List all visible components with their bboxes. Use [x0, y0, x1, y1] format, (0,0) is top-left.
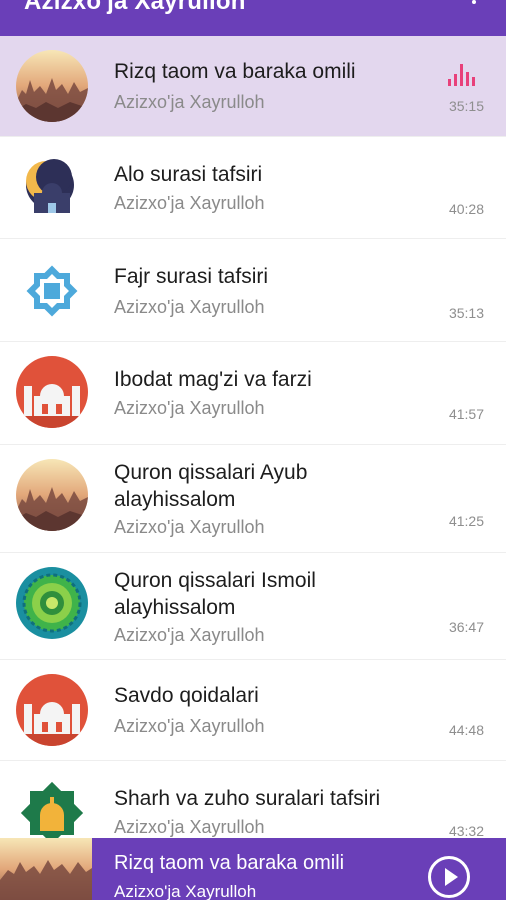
track-row[interactable]: Quron qissalari Ayub alayhissalom Azizxo… — [0, 445, 506, 553]
track-author: Azizxo'ja Xayrulloh — [114, 92, 265, 112]
track-author: Azizxo'ja Xayrulloh — [114, 625, 265, 645]
track-title: Fajr surasi tafsiri — [114, 265, 269, 288]
mosque-moon-thumb — [16, 151, 88, 223]
track-author: Azizxo'ja Xayrulloh — [114, 297, 265, 317]
green-pattern-thumb — [16, 567, 88, 639]
track-duration: 41:25 — [448, 513, 484, 529]
track-duration: 35:13 — [448, 305, 484, 321]
track-duration: 36:47 — [448, 619, 484, 635]
track-title: Savdo qoidalari — [114, 684, 259, 707]
track-row[interactable]: Rizq taom va baraka omili Azizxo'ja Xayr… — [0, 36, 506, 137]
track-title: Quron qissalari Ismoil alayhissalom — [114, 569, 316, 619]
red-mosque-thumb — [16, 356, 88, 428]
star-ornament-thumb — [16, 255, 88, 327]
more-vert-icon[interactable] — [468, 0, 480, 10]
track-title: Quron qissalari Ayub alayhissalom — [114, 461, 308, 511]
player-author: Azizxo'ja Xayrulloh — [114, 882, 257, 900]
track-duration: 40:28 — [448, 201, 484, 217]
track-author: Azizxo'ja Xayrulloh — [114, 398, 265, 418]
track-title: Sharh va zuho suralari tafsiri — [114, 787, 381, 810]
app-bar: Azizxo'ja Xayrulloh — [0, 0, 506, 36]
track-row[interactable]: Ibodat mag'zi va farzi Azizxo'ja Xayrull… — [0, 342, 506, 445]
track-author: Azizxo'ja Xayrulloh — [114, 817, 265, 837]
track-row[interactable]: Quron qissalari Ismoil alayhissalom Aziz… — [0, 553, 506, 660]
track-row[interactable]: Fajr surasi tafsiri Azizxo'ja Xayrulloh … — [0, 239, 506, 342]
red-mosque-thumb — [16, 674, 88, 746]
track-title: Alo surasi tafsiri — [114, 163, 263, 186]
track-author: Azizxo'ja Xayrulloh — [114, 716, 265, 736]
play-icon[interactable] — [428, 856, 470, 898]
track-author: Azizxo'ja Xayrulloh — [114, 517, 265, 537]
track-title: Rizq taom va baraka omili — [114, 60, 356, 83]
player-title: Rizq taom va baraka omili — [114, 852, 345, 874]
app-title: Azizxo'ja Xayrulloh — [24, 0, 246, 15]
track-title: Ibodat mag'zi va farzi — [114, 368, 312, 391]
track-author: Azizxo'ja Xayrulloh — [114, 193, 265, 213]
sunset-city-thumb — [16, 459, 88, 531]
track-row[interactable]: Alo surasi tafsiri Azizxo'ja Xayrulloh 4… — [0, 137, 506, 239]
track-duration: 44:48 — [448, 722, 484, 738]
track-duration: 43:32 — [448, 823, 484, 839]
track-duration: 41:57 — [448, 406, 484, 422]
mini-player[interactable]: Rizq taom va baraka omili Azizxo'ja Xayr… — [0, 838, 506, 900]
sunset-city-thumb — [16, 50, 88, 122]
track-duration: 35:15 — [448, 98, 484, 114]
equalizer-icon — [448, 64, 476, 86]
sunset-city-thumb — [0, 838, 92, 900]
track-row[interactable]: Savdo qoidalari Azizxo'ja Xayrulloh 44:4… — [0, 660, 506, 761]
